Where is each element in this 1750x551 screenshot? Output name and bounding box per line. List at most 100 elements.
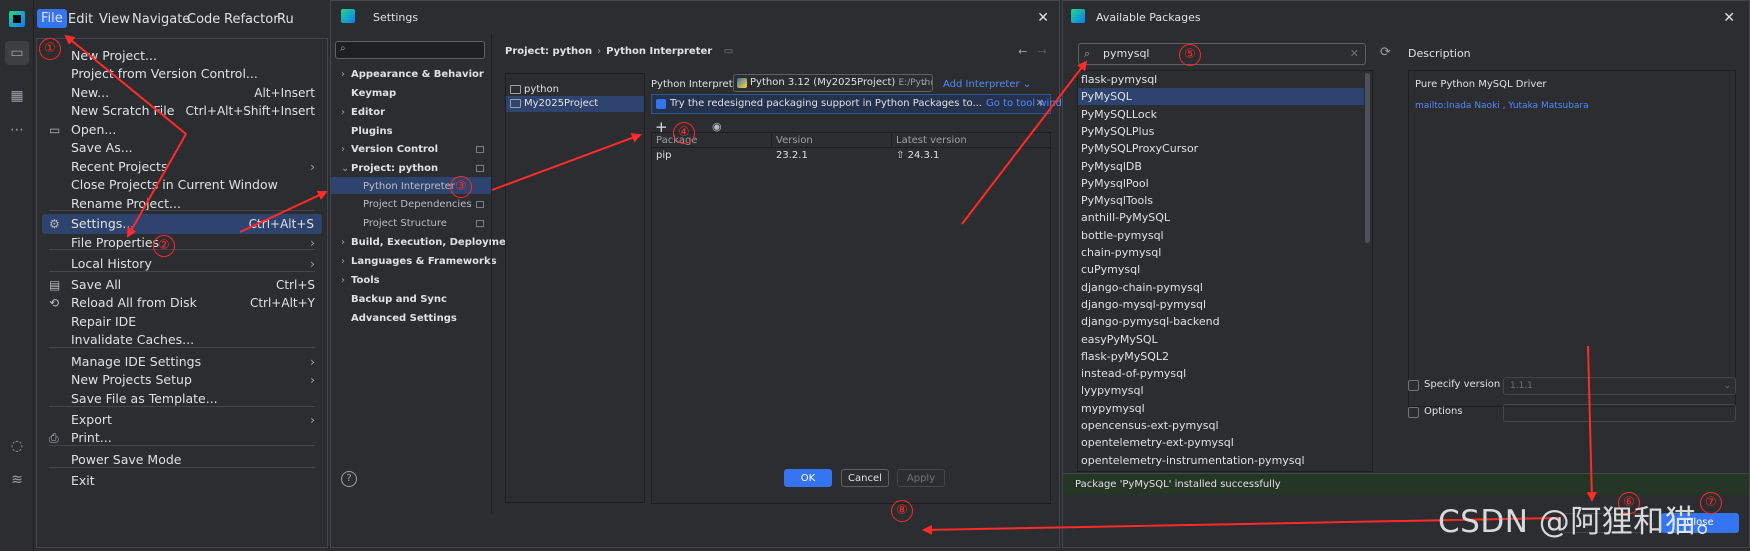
tree-item-project-dependencies[interactable]: Project Dependencies bbox=[363, 199, 472, 210]
options-checkbox[interactable] bbox=[1408, 407, 1419, 418]
tree-item-python-interpreter[interactable]: Python Interpreter bbox=[363, 181, 455, 192]
package-result-item[interactable]: PyMysqlDB bbox=[1078, 158, 1364, 175]
package-result-item[interactable]: opentelemetry-ext-pymysql bbox=[1078, 434, 1364, 451]
settings-search-input[interactable]: ⌕ bbox=[335, 41, 485, 59]
install-status-bar: Package 'PyMySQL' installed successfully bbox=[1063, 473, 1749, 495]
specify-version-checkbox[interactable] bbox=[1408, 380, 1419, 391]
column-header[interactable]: Latest version bbox=[892, 133, 1050, 148]
menu-item-export[interactable]: Export › bbox=[37, 410, 327, 430]
cancel-button[interactable]: Cancel bbox=[841, 469, 889, 487]
tree-item-version-control[interactable]: › Version Control bbox=[341, 144, 438, 155]
version-select[interactable]: 1.1.1 ⌄ bbox=[1503, 377, 1736, 395]
options-input[interactable] bbox=[1503, 404, 1736, 422]
package-result-item[interactable]: mypymysql bbox=[1078, 400, 1364, 417]
package-result-item[interactable]: PyMySQLProxyCursor bbox=[1078, 140, 1364, 157]
package-result-item[interactable]: flask-pyMySQL2 bbox=[1078, 348, 1364, 365]
apply-button[interactable]: Apply bbox=[897, 469, 945, 487]
column-header[interactable]: Package bbox=[652, 133, 772, 148]
package-result-item[interactable]: django-chain-pymysql bbox=[1078, 279, 1364, 296]
menu-item-rename-project[interactable]: Rename Project... bbox=[37, 194, 327, 214]
clear-icon[interactable]: ✕ bbox=[1350, 44, 1359, 64]
package-result-item[interactable]: chain-pymysql bbox=[1078, 244, 1364, 261]
tree-item-appearance[interactable]: › Appearance & Behavior bbox=[341, 69, 484, 80]
package-result-item[interactable]: PyMysqlTools bbox=[1078, 192, 1364, 209]
refresh-icon[interactable]: ⟳ bbox=[1380, 45, 1391, 60]
menu-run[interactable]: Ru bbox=[277, 12, 294, 27]
python-console-icon[interactable]: ◌ bbox=[5, 434, 29, 458]
menu-item-label: Recent Projects bbox=[71, 159, 168, 174]
package-result-item[interactable]: PyMySQL bbox=[1078, 88, 1364, 106]
upgrade-icon[interactable]: ⇧ bbox=[896, 150, 904, 161]
menu-item-settings[interactable]: ⚙ Settings... Ctrl+Alt+S bbox=[42, 214, 322, 234]
menu-item-recent-projects[interactable]: Recent Projects › bbox=[37, 157, 327, 177]
package-search-input[interactable]: ⌕ pymysql ✕ bbox=[1078, 43, 1366, 65]
pycharm-logo-icon[interactable] bbox=[9, 11, 25, 27]
package-result-item[interactable]: lyypymysql bbox=[1078, 382, 1364, 399]
menu-item-file-properties[interactable]: File Properties › bbox=[37, 233, 327, 253]
breadcrumb-separator: › bbox=[597, 46, 602, 57]
tree-item-languages[interactable]: › Languages & Frameworks bbox=[341, 256, 497, 267]
package-result-item[interactable]: PyMySQLPlus bbox=[1078, 123, 1364, 140]
tree-item-advanced-settings[interactable]: Advanced Settings bbox=[351, 313, 457, 324]
menu-item-project-from-vcs[interactable]: Project from Version Control... bbox=[37, 64, 327, 84]
add-interpreter-link[interactable]: Add Interpreter ⌄ bbox=[943, 79, 1031, 90]
menu-item-save-as[interactable]: Save As... bbox=[37, 138, 327, 158]
dialog-title: Available Packages bbox=[1096, 11, 1201, 24]
menu-navigate[interactable]: Navigate bbox=[132, 12, 190, 27]
column-header[interactable]: Version bbox=[772, 133, 892, 148]
package-result-item[interactable]: instead-of-pymysql bbox=[1078, 365, 1364, 382]
menu-item-new-projects-setup[interactable]: New Projects Setup › bbox=[37, 370, 327, 390]
tree-item-project-python[interactable]: ⌄ Project: python bbox=[341, 163, 438, 174]
layers-icon[interactable]: ≋ bbox=[5, 468, 29, 492]
help-button[interactable]: ? bbox=[341, 471, 357, 487]
package-result-item[interactable]: opencensus-ext-pymysql bbox=[1078, 417, 1364, 434]
nav-arrows: ← → bbox=[1018, 45, 1047, 58]
menu-item-open[interactable]: ▭ Open... bbox=[37, 120, 327, 140]
interpreter-select[interactable]: Python 3.12 (My2025Project) E:/Python/My… bbox=[733, 74, 933, 92]
package-result-item[interactable]: PyMysqlPool bbox=[1078, 175, 1364, 192]
menu-refactor[interactable]: Refactor bbox=[224, 12, 279, 27]
package-result-item[interactable]: easyPyMySQL bbox=[1078, 331, 1364, 348]
package-result-item[interactable]: django-pymysql-backend bbox=[1078, 313, 1364, 330]
menu-code[interactable]: Code bbox=[187, 12, 220, 27]
package-result-item[interactable]: cuPymysql bbox=[1078, 261, 1364, 278]
menu-item-new[interactable]: New... Alt+Insert bbox=[37, 83, 327, 103]
tree-item-keymap[interactable]: Keymap bbox=[351, 88, 396, 99]
menu-item-reload-all[interactable]: ⟲ Reload All from Disk Ctrl+Alt+Y bbox=[37, 293, 327, 313]
breadcrumb-project[interactable]: Project: python bbox=[505, 46, 592, 57]
menu-item-repair-ide[interactable]: Repair IDE bbox=[37, 312, 327, 332]
package-result-item[interactable]: bottle-pymysql bbox=[1078, 227, 1364, 244]
author-link[interactable]: mailto:Inada Naoki , Yutaka Matsubara bbox=[1415, 101, 1589, 111]
package-result-item[interactable]: anthill-PyMySQL bbox=[1078, 209, 1364, 226]
package-result-item[interactable]: PyMySQLLock bbox=[1078, 106, 1364, 123]
menu-item-new-project[interactable]: New Project... bbox=[37, 46, 327, 66]
package-result-item[interactable]: flask-pymysql bbox=[1078, 71, 1364, 88]
menu-item-exit[interactable]: Exit bbox=[37, 471, 327, 491]
back-arrow-icon[interactable]: ← bbox=[1018, 45, 1027, 58]
tree-item-editor[interactable]: › Editor bbox=[341, 107, 385, 118]
project-folder-icon[interactable]: ▭ bbox=[5, 41, 29, 65]
env-item-my2025project[interactable]: My2025Project bbox=[506, 96, 644, 112]
package-result-item[interactable]: opentelemetry-instrumentation-pymysql bbox=[1078, 452, 1364, 469]
menu-item-manage-ide-settings[interactable]: Manage IDE Settings › bbox=[37, 352, 327, 372]
tree-item-backup-sync[interactable]: Backup and Sync bbox=[351, 294, 447, 305]
tree-item-project-structure[interactable]: Project Structure bbox=[363, 218, 447, 229]
close-icon[interactable]: ✕ bbox=[1723, 10, 1735, 26]
list-scrollbar[interactable] bbox=[1365, 73, 1370, 243]
close-icon[interactable]: ✕ bbox=[1037, 10, 1049, 26]
tree-item-plugins[interactable]: Plugins bbox=[351, 126, 393, 137]
tree-item-tools[interactable]: › Tools bbox=[341, 275, 380, 286]
structure-icon[interactable]: ▦ bbox=[5, 84, 29, 108]
menu-item-close-projects[interactable]: Close Projects in Current Window bbox=[37, 175, 327, 195]
tree-item-build-execution[interactable]: › Build, Execution, Deployment bbox=[341, 237, 518, 248]
more-tools-icon[interactable]: ⋯ bbox=[5, 118, 29, 142]
menu-edit[interactable]: Edit bbox=[68, 12, 93, 27]
close-icon[interactable]: ✕ bbox=[1036, 95, 1044, 113]
menu-file[interactable]: File bbox=[37, 9, 67, 28]
ok-button[interactable]: OK bbox=[784, 469, 832, 487]
forward-arrow-icon[interactable]: → bbox=[1038, 45, 1047, 58]
menu-item-new-scratch-file[interactable]: New Scratch File Ctrl+Alt+Shift+Insert bbox=[37, 101, 327, 121]
package-result-item[interactable]: django-mysql-pymysql bbox=[1078, 296, 1364, 313]
menu-view[interactable]: View bbox=[99, 12, 130, 27]
menu-item-save-all[interactable]: ▤ Save All Ctrl+S bbox=[37, 275, 327, 295]
